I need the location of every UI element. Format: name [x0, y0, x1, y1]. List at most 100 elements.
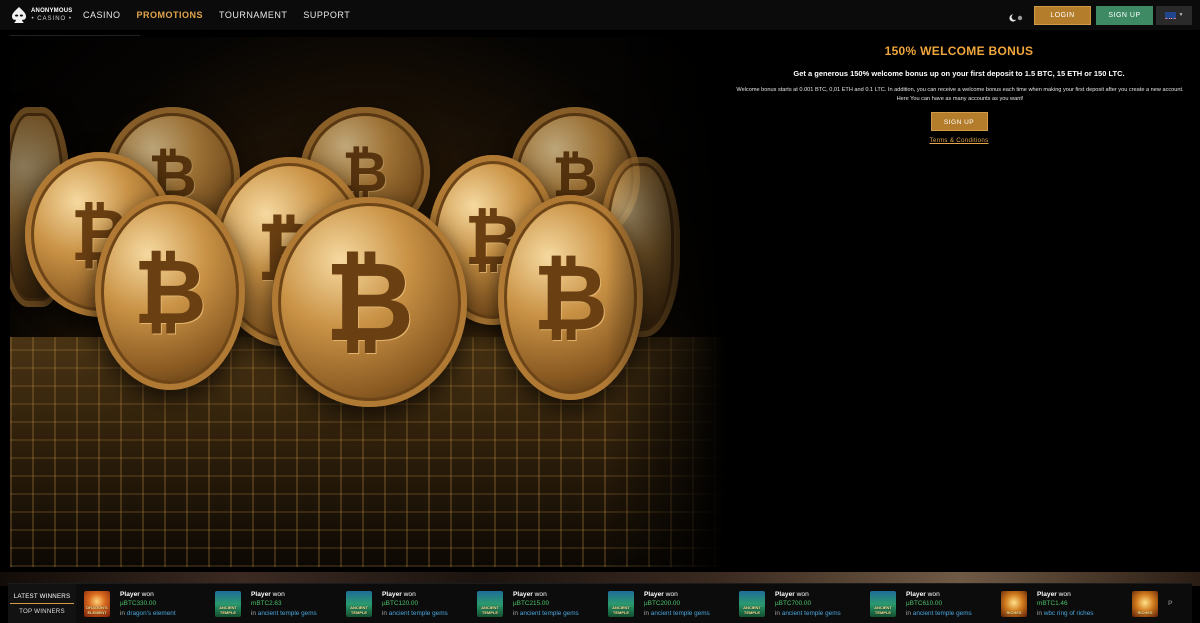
- spade-mask-icon: [10, 6, 28, 24]
- promo-description: Welcome bonus starts at 0.001 BTC, 0,01 …: [736, 87, 1184, 102]
- game-thumbnail[interactable]: RICHES: [1001, 591, 1027, 617]
- moon-icon[interactable]: [1008, 10, 1024, 22]
- winner-text: Player won µBTC215.00 in ancient temple …: [513, 590, 579, 619]
- winner-verb: won: [796, 590, 809, 598]
- winner-text: Player won µBTC330.00 in dragon's elemen…: [120, 590, 176, 619]
- casino-logo[interactable]: ANONYMOUS • CASINO •: [10, 4, 74, 26]
- winner-amount: µBTC200.00: [644, 600, 681, 608]
- winner-item[interactable]: ANCIENT TEMPLE Player won µBTC700.00 in …: [739, 584, 870, 623]
- winner-in: in: [906, 609, 911, 617]
- promo-panel: 150% WELCOME BONUS Get a generous 150% w…: [728, 44, 1190, 144]
- winner-in: in: [382, 609, 387, 617]
- language-selector[interactable]: ▼: [1156, 5, 1192, 25]
- game-thumbnail[interactable]: DRAGON'S ELEMENT: [84, 591, 110, 617]
- winner-in: in: [1037, 609, 1042, 617]
- winner-player: Player: [644, 590, 664, 598]
- winner-player: Player: [120, 590, 140, 598]
- winner-text: Player won µBTC200.00 in ancient temple …: [644, 590, 710, 619]
- winner-text: P: [1168, 599, 1172, 609]
- winner-game-link[interactable]: dragon's element: [127, 610, 176, 617]
- game-thumbnail[interactable]: ANCIENT TEMPLE: [870, 591, 896, 617]
- logo-text: ANONYMOUS • CASINO •: [31, 7, 72, 23]
- terms-link[interactable]: Terms & Conditions: [728, 137, 1190, 144]
- winner-verb: won: [927, 590, 940, 598]
- winner-item[interactable]: ANCIENT TEMPLE Player won mBTC2.63 in an…: [215, 584, 346, 623]
- winner-verb: won: [403, 590, 416, 598]
- winners-ticker: LATEST WINNERS TOP WINNERS DRAGON'S ELEM…: [8, 583, 1192, 623]
- winner-amount: µBTC330.00: [120, 600, 157, 608]
- winner-in: in: [644, 609, 649, 617]
- signup-button[interactable]: SIGN UP: [1096, 5, 1153, 25]
- winner-amount: µBTC700.00: [775, 600, 812, 608]
- winner-player: Player: [1037, 590, 1057, 598]
- top-header: ANONYMOUS • CASINO • CASINO PROMOTIONS T…: [0, 0, 1200, 30]
- winner-game-link[interactable]: ancient temple gems: [520, 610, 579, 617]
- winner-in: in: [120, 609, 125, 617]
- winner-item[interactable]: RICHES Player won mBTC1.46 in wbc ring o…: [1001, 584, 1132, 623]
- winner-player: Player: [382, 590, 402, 598]
- uk-flag-icon: [1164, 11, 1176, 19]
- winner-amount: mBTC2.63: [251, 600, 282, 608]
- game-thumbnail[interactable]: ANCIENT TEMPLE: [215, 591, 241, 617]
- winner-game-link[interactable]: ancient temple gems: [782, 610, 841, 617]
- winner-amount: mBTC1.46: [1037, 600, 1068, 608]
- bitcoin-icon: ₿: [272, 197, 467, 407]
- tab-latest-winners[interactable]: LATEST WINNERS: [10, 589, 74, 604]
- header-divider: [10, 35, 140, 36]
- winners-tabs: LATEST WINNERS TOP WINNERS: [8, 584, 76, 623]
- header-actions: LOGIN SIGN UP ▼: [1008, 0, 1200, 30]
- winner-verb: won: [534, 590, 547, 598]
- logo-name: ANONYMOUS: [31, 8, 73, 14]
- winner-player: Player: [513, 590, 533, 598]
- winner-player: Player: [775, 590, 795, 598]
- game-thumbnail[interactable]: ANCIENT TEMPLE: [739, 591, 765, 617]
- winner-text: Player won µBTC610.00 in ancient temple …: [906, 590, 972, 619]
- winner-amount: µBTC120.00: [382, 600, 419, 608]
- winner-amount: µBTC215.00: [513, 600, 550, 608]
- game-thumbnail[interactable]: ANCIENT TEMPLE: [477, 591, 503, 617]
- winner-player: Player: [251, 590, 271, 598]
- nav-promotions[interactable]: PROMOTIONS: [137, 0, 204, 30]
- promo-title: 150% WELCOME BONUS: [884, 44, 1034, 58]
- chevron-down-icon: ▼: [1178, 12, 1184, 18]
- winner-item[interactable]: ANCIENT TEMPLE Player won µBTC215.00 in …: [477, 584, 608, 623]
- winner-item[interactable]: ANCIENT TEMPLE Player won µBTC610.00 in …: [870, 584, 1001, 623]
- winner-verb: won: [141, 590, 154, 598]
- game-thumbnail[interactable]: ANCIENT TEMPLE: [608, 591, 634, 617]
- game-thumbnail[interactable]: ANCIENT TEMPLE: [346, 591, 372, 617]
- main-nav: CASINO PROMOTIONS TOURNAMENT SUPPORT: [83, 0, 366, 30]
- winner-in: in: [775, 609, 780, 617]
- winner-text: Player won mBTC2.63 in ancient temple ge…: [251, 590, 317, 619]
- tab-top-winners[interactable]: TOP WINNERS: [10, 604, 74, 619]
- winner-game-link[interactable]: ancient temple gems: [258, 610, 317, 617]
- winner-verb: won: [1058, 590, 1071, 598]
- winner-item[interactable]: RICHES P: [1132, 584, 1192, 623]
- winner-game-link[interactable]: ancient temple gems: [913, 610, 972, 617]
- winner-game-link[interactable]: wbc ring of riches: [1044, 610, 1094, 617]
- login-button[interactable]: LOGIN: [1034, 5, 1091, 25]
- bitcoin-icon: ₿: [95, 195, 245, 390]
- winner-game-link[interactable]: ancient temple gems: [389, 610, 448, 617]
- winner-in: in: [251, 609, 256, 617]
- winner-game-link[interactable]: ancient temple gems: [651, 610, 710, 617]
- winner-text: Player won mBTC1.46 in wbc ring of riche…: [1037, 590, 1094, 619]
- nav-tournament[interactable]: TOURNAMENT: [219, 0, 287, 30]
- game-thumbnail[interactable]: RICHES: [1132, 591, 1158, 617]
- winner-text: Player won µBTC700.00 in ancient temple …: [775, 590, 841, 619]
- winner-in: in: [513, 609, 518, 617]
- nav-support[interactable]: SUPPORT: [303, 0, 350, 30]
- winner-amount: µBTC610.00: [906, 600, 943, 608]
- promo-signup-button[interactable]: SIGN UP: [930, 112, 988, 131]
- winner-player: P: [1168, 600, 1173, 608]
- hero-fade-overlay: [606, 37, 726, 567]
- winners-list: DRAGON'S ELEMENT Player won µBTC330.00 i…: [76, 584, 1192, 623]
- winner-item[interactable]: ANCIENT TEMPLE Player won µBTC200.00 in …: [608, 584, 739, 623]
- winner-verb: won: [665, 590, 678, 598]
- nav-casino[interactable]: CASINO: [83, 0, 121, 30]
- logo-subtitle: • CASINO •: [31, 16, 72, 22]
- bitcoin-hero-image: ₿ ₿ ₿ ₿ ₿ ₿ ₿ ₿ ₿: [10, 37, 726, 567]
- winner-item[interactable]: DRAGON'S ELEMENT Player won µBTC330.00 i…: [84, 584, 215, 623]
- winner-verb: won: [272, 590, 285, 598]
- winner-item[interactable]: ANCIENT TEMPLE Player won µBTC120.00 in …: [346, 584, 477, 623]
- winner-player: Player: [906, 590, 926, 598]
